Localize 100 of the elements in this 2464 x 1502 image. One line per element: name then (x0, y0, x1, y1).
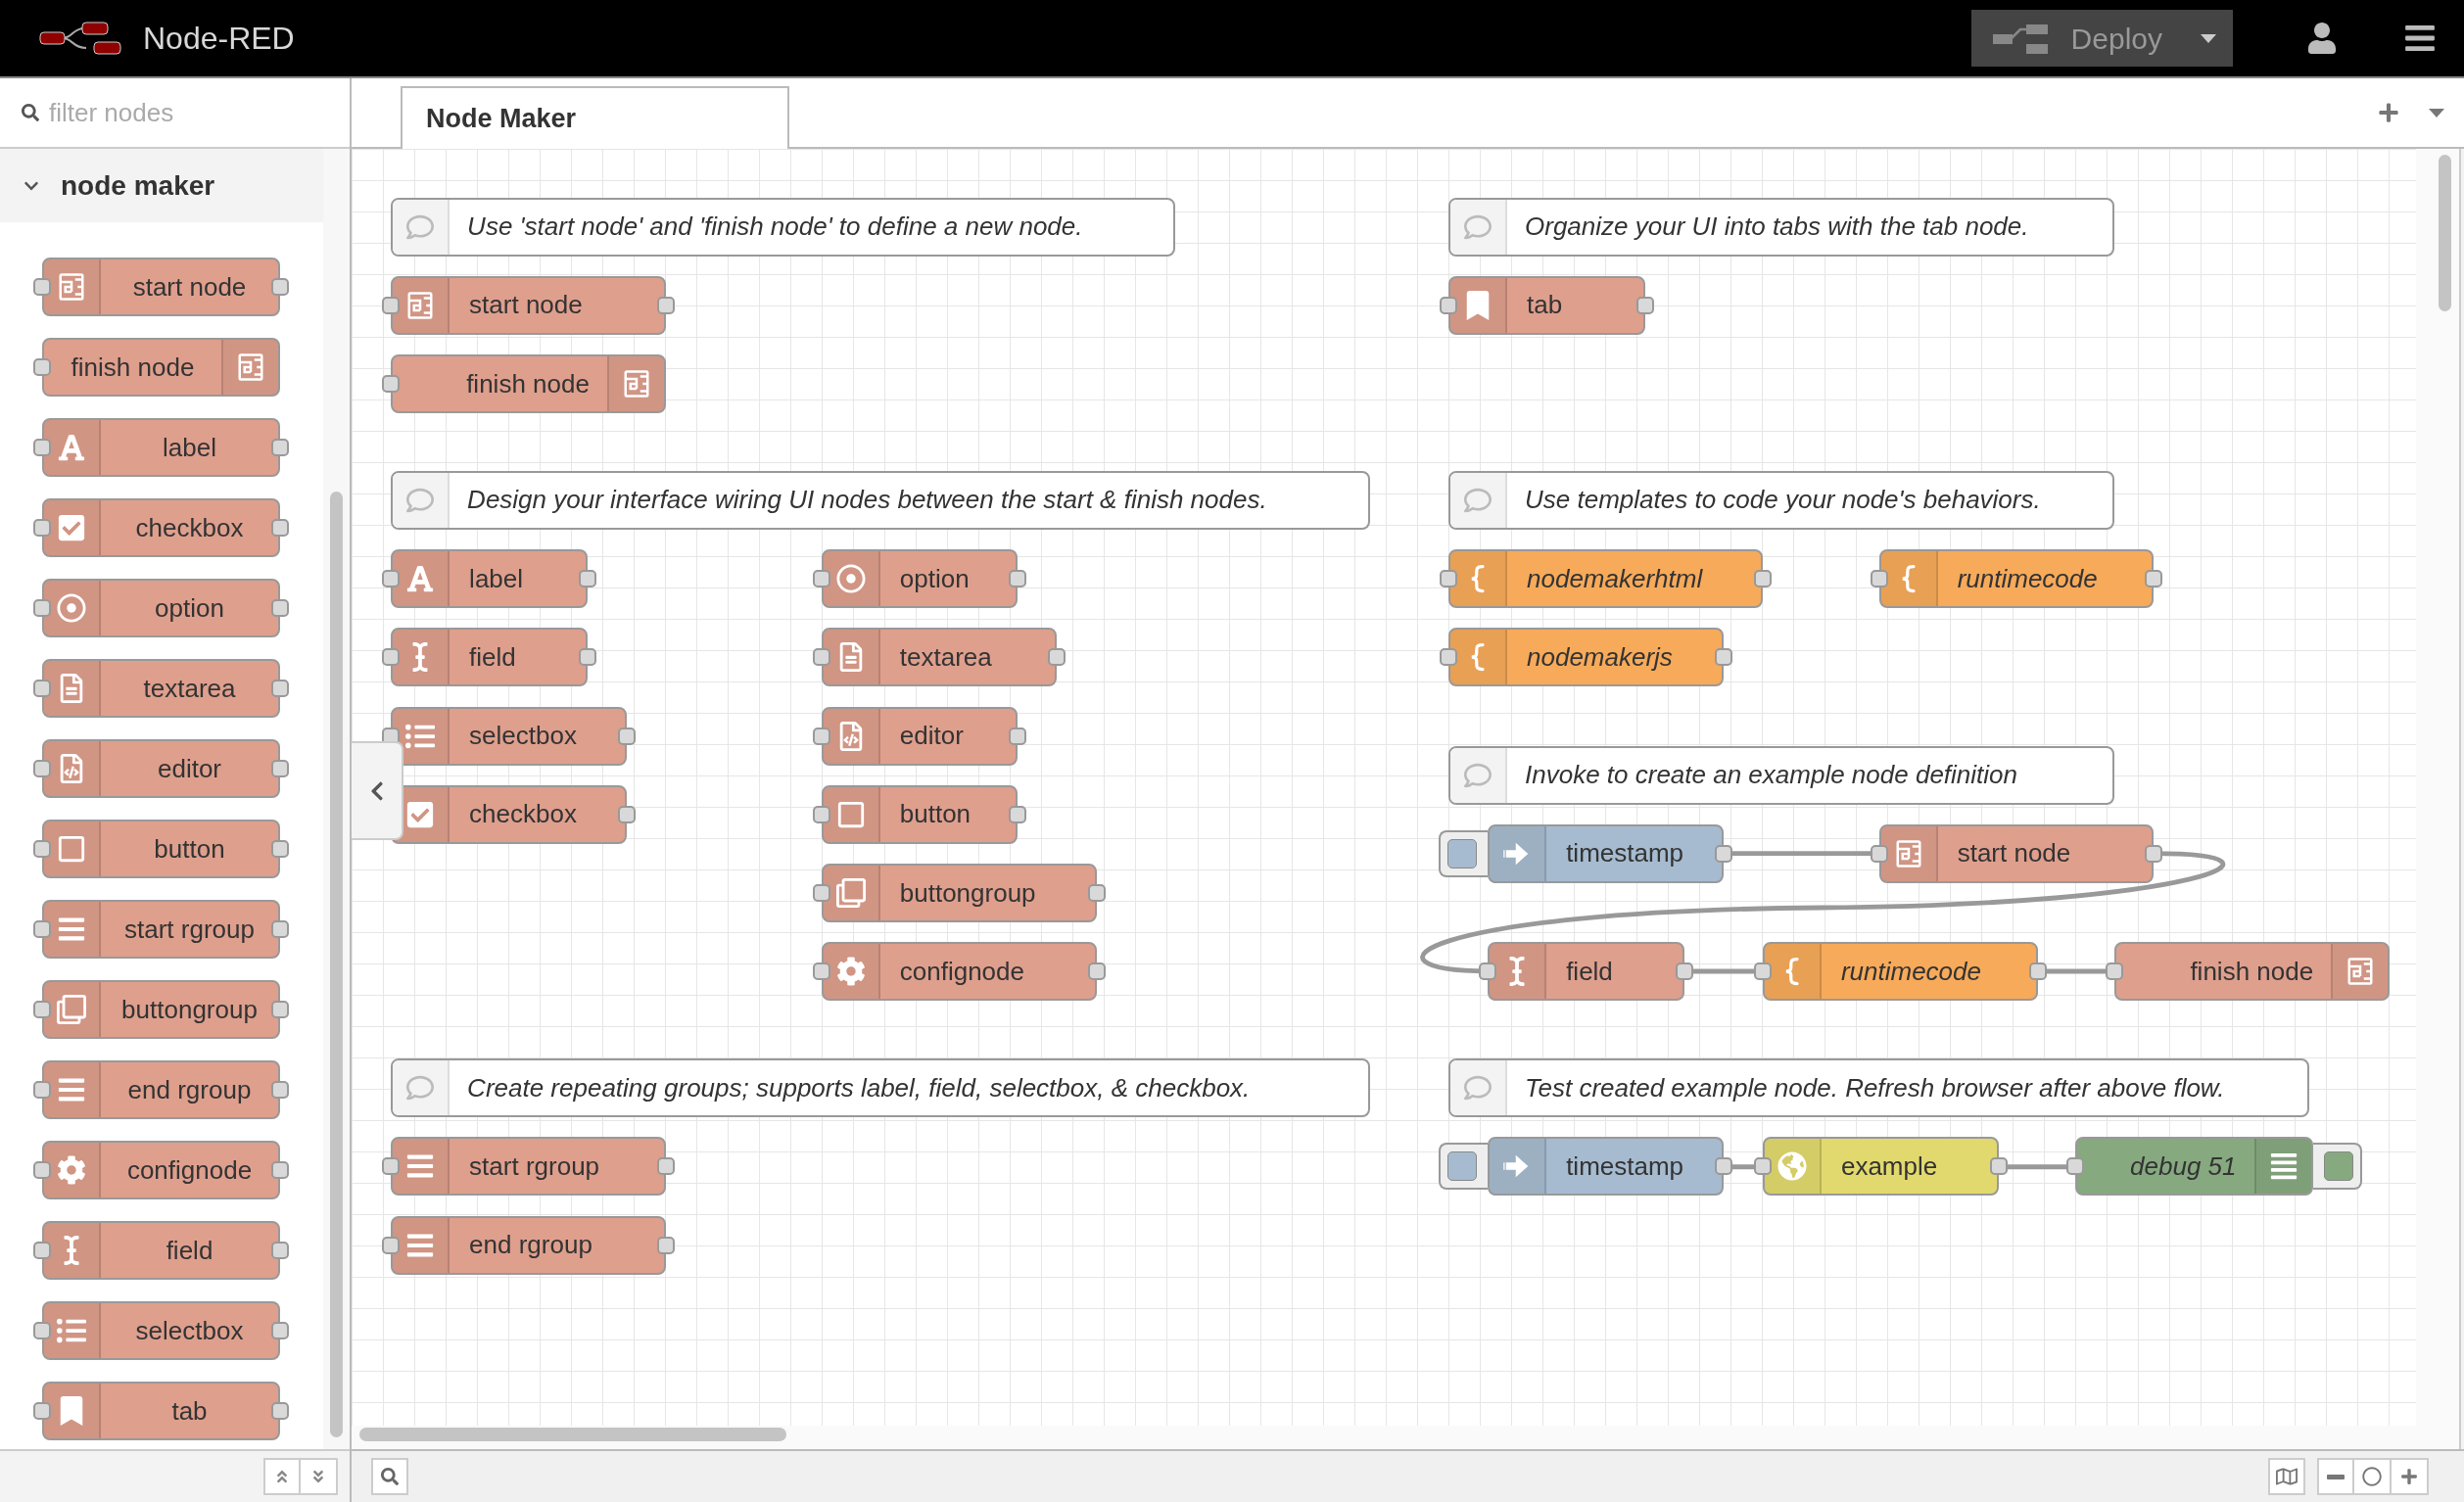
category-header[interactable]: node maker (0, 149, 323, 222)
flow-node[interactable]: timestamp (1488, 1137, 1724, 1197)
deploy-menu-button[interactable] (2184, 10, 2233, 67)
flow-node[interactable]: end rgroup (391, 1215, 666, 1275)
flow-node[interactable]: confignode (42, 1141, 280, 1199)
zoom-out-button[interactable] (2317, 1458, 2354, 1495)
port[interactable] (2106, 962, 2124, 981)
map-button[interactable] (2268, 1458, 2305, 1495)
flow-node[interactable]: nodemakerhtml (1448, 549, 1763, 609)
port[interactable] (33, 358, 51, 376)
port[interactable] (271, 278, 289, 296)
port[interactable] (33, 519, 51, 537)
collapse-all-button[interactable] (263, 1458, 301, 1495)
zoom-in-button[interactable] (2392, 1458, 2429, 1495)
flow-node[interactable]: buttongroup (42, 980, 280, 1039)
flow-node[interactable]: button (42, 820, 280, 878)
flow-node[interactable]: nodemakerjs (1448, 628, 1724, 687)
flow-node[interactable]: textarea (42, 659, 280, 718)
search-button[interactable] (371, 1458, 408, 1495)
flow-node[interactable]: start rgroup (42, 900, 280, 959)
inject-button[interactable] (1439, 1143, 1489, 1191)
flow-node[interactable]: selectbox (42, 1301, 280, 1360)
port[interactable] (33, 278, 51, 296)
flow-node[interactable]: field (1488, 942, 1684, 1002)
port[interactable] (271, 599, 289, 617)
flow-node[interactable]: confignode (821, 942, 1097, 1002)
port[interactable] (1479, 962, 1497, 981)
inject-button[interactable] (1439, 829, 1489, 877)
port[interactable] (271, 920, 289, 938)
filter-field[interactable]: filter nodes (49, 93, 328, 132)
port[interactable] (33, 1242, 51, 1259)
debug-toggle[interactable] (2312, 1143, 2362, 1191)
flow-node[interactable]: checkbox (42, 498, 280, 557)
port[interactable] (271, 1402, 289, 1420)
flow-node[interactable]: checkbox (391, 784, 627, 844)
port[interactable] (33, 439, 51, 456)
comment-node[interactable]: Invoke to create an example node definition (1448, 745, 2115, 805)
port[interactable] (2066, 1157, 2085, 1176)
comment-node[interactable]: Create repeating groups; supports label, field, selectbox, & checkbox. (391, 1058, 1370, 1118)
expand-all-button[interactable] (301, 1458, 338, 1495)
port[interactable] (271, 1242, 289, 1259)
add-icon[interactable] (2378, 102, 2399, 123)
port[interactable] (271, 439, 289, 456)
flow-node[interactable]: example (1762, 1137, 1999, 1197)
port[interactable] (33, 1081, 51, 1099)
flow-node[interactable]: finish node (2114, 942, 2391, 1002)
flow-node[interactable]: field (391, 628, 588, 687)
comment-node[interactable]: Test created example node. Refresh browser after above flow. (1448, 1058, 2310, 1118)
port[interactable] (271, 1322, 289, 1339)
flow-node[interactable]: start node (1878, 823, 2155, 883)
flow-node[interactable]: runtimecode (1878, 549, 2155, 609)
port[interactable] (271, 840, 289, 858)
port[interactable] (271, 760, 289, 777)
flow-node[interactable]: editor (42, 739, 280, 798)
comment-node[interactable]: Use templates to code your node's behaviors. (1448, 470, 2115, 530)
scrollbar-thumb[interactable] (359, 1428, 786, 1441)
flow-node[interactable]: debug 51 (2075, 1137, 2313, 1197)
scrollbar-thumb[interactable] (330, 492, 343, 1437)
workspace-tab[interactable]: Node Maker (401, 86, 789, 149)
port[interactable] (271, 1001, 289, 1018)
port[interactable] (33, 1322, 51, 1339)
flow-node[interactable]: start node (42, 258, 280, 316)
port[interactable] (33, 599, 51, 617)
port[interactable] (382, 570, 401, 588)
port[interactable] (33, 1001, 51, 1018)
port[interactable] (271, 519, 289, 537)
flow-node[interactable]: end rgroup (42, 1060, 280, 1119)
sidebar-toggle[interactable] (352, 741, 403, 840)
flow-node[interactable]: field (42, 1221, 280, 1280)
port[interactable] (1048, 648, 1066, 667)
flow-node[interactable]: label (42, 418, 280, 477)
port[interactable] (33, 920, 51, 938)
flow-node[interactable]: button (821, 784, 1019, 844)
caret-icon[interactable] (2429, 108, 2444, 117)
flow-node[interactable]: timestamp (1488, 823, 1724, 883)
port[interactable] (382, 375, 401, 394)
flow-node[interactable]: buttongroup (821, 864, 1097, 923)
port[interactable] (1440, 648, 1457, 667)
flow-node[interactable]: finish node (391, 354, 666, 414)
flow-node[interactable]: option (42, 579, 280, 637)
port[interactable] (33, 1402, 51, 1420)
flow-node[interactable]: option (821, 549, 1019, 609)
port[interactable] (382, 648, 401, 667)
flow-node[interactable]: tab (42, 1382, 280, 1440)
deploy-button[interactable]: Deploy (1970, 10, 2184, 67)
port[interactable] (271, 1161, 289, 1179)
flow-node[interactable]: textarea (821, 628, 1058, 687)
port[interactable] (33, 680, 51, 697)
port[interactable] (1009, 570, 1027, 588)
flow-node[interactable]: start node (391, 275, 666, 335)
comment-node[interactable]: Use 'start node' and 'finish node' to define a new node. (391, 197, 1175, 257)
port[interactable] (33, 840, 51, 858)
port[interactable] (271, 680, 289, 697)
port[interactable] (382, 1157, 401, 1176)
flow-node[interactable]: finish node (42, 338, 280, 397)
flow-node[interactable]: editor (821, 706, 1019, 766)
flow-node[interactable]: tab (1448, 275, 1645, 335)
flow-node[interactable]: start rgroup (391, 1137, 666, 1197)
port[interactable] (1440, 570, 1457, 588)
scrollbar-thumb[interactable] (2439, 155, 2451, 311)
